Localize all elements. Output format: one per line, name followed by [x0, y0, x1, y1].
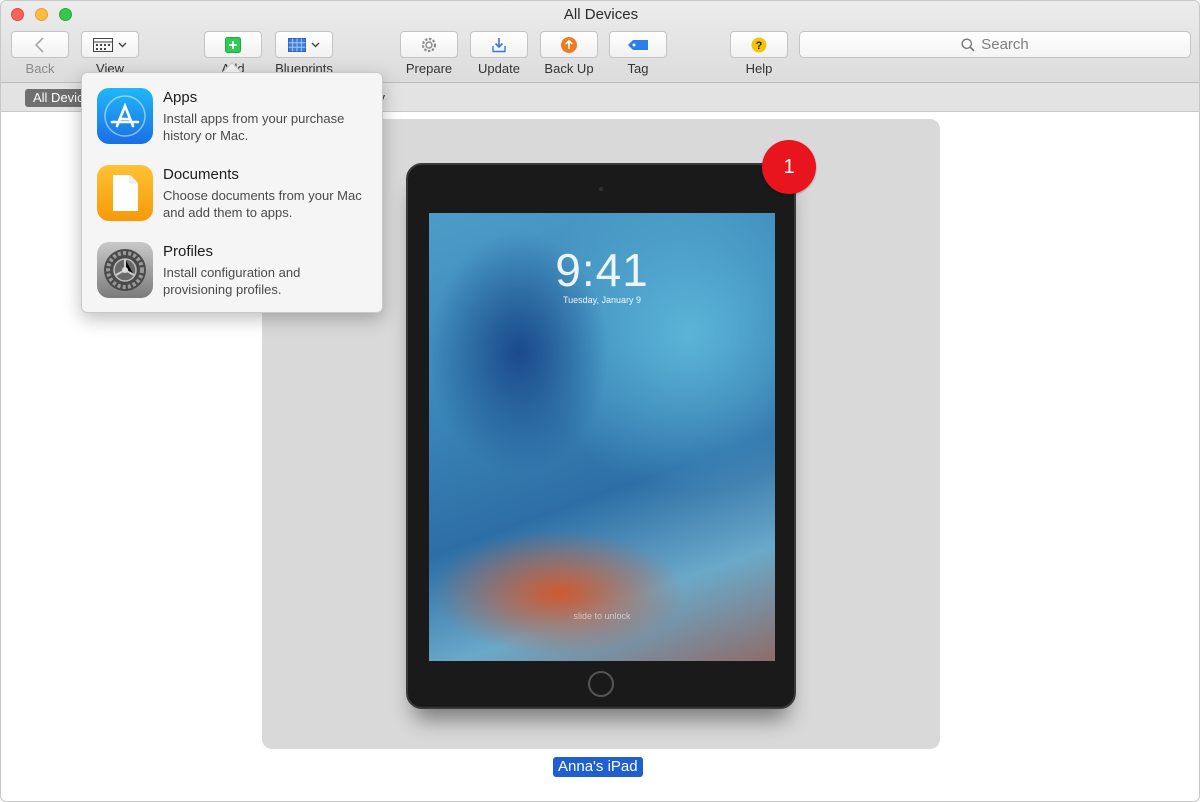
lock-screen-time: 9:41: [555, 244, 649, 296]
notification-badge: 1: [762, 140, 816, 194]
document-icon: [97, 165, 153, 221]
chevron-left-icon: [34, 36, 44, 53]
chevron-down-icon: [118, 42, 127, 47]
tag-button[interactable]: [609, 31, 667, 58]
menu-item-documents-description: Choose documents from your Mac and add t…: [163, 188, 362, 220]
menu-item-profiles-title: Profiles: [163, 243, 214, 260]
svg-text:?: ?: [756, 40, 763, 52]
backup-button[interactable]: [540, 31, 598, 58]
menu-item-apps[interactable]: Apps Install apps from your purchase his…: [97, 88, 377, 148]
back-label: Back: [25, 61, 55, 76]
ipad-lock-screen: 9:41 Tuesday, January 9 slide to unlock: [429, 213, 775, 661]
menu-item-apps-description: Install apps from your purchase history …: [163, 111, 345, 143]
add-button[interactable]: [204, 31, 262, 58]
help-question-icon: ?: [751, 37, 767, 52]
search-field[interactable]: Search: [799, 31, 1191, 58]
search-icon: [961, 38, 975, 52]
blueprints-button[interactable]: [275, 31, 333, 58]
add-menu-popover: Apps Install apps from your purchase his…: [81, 72, 383, 313]
tag-label: Tag: [627, 61, 649, 76]
ipad-home-button: [588, 671, 614, 697]
app-store-icon: [97, 88, 153, 144]
chevron-down-icon: [311, 42, 320, 47]
search-placeholder: Search: [981, 36, 1029, 53]
download-update-icon: [492, 37, 506, 52]
device-name-label[interactable]: Anna's iPad: [553, 757, 643, 777]
app-window: All Devices Back View Add: [0, 0, 1200, 802]
lock-screen-date: Tuesday, January 9: [562, 295, 642, 305]
menu-item-profiles-description: Install configuration and provisioning p…: [163, 265, 301, 297]
add-plus-icon: [225, 36, 241, 53]
menu-item-profiles[interactable]: Profiles Install configuration and provi…: [97, 242, 377, 302]
update-button[interactable]: [470, 31, 528, 58]
menu-item-documents[interactable]: Documents Choose documents from your Mac…: [97, 165, 377, 225]
blueprint-grid-icon: [288, 37, 306, 52]
tag-icon: [628, 39, 648, 50]
prepare-label: Prepare: [405, 61, 453, 76]
menu-item-documents-title: Documents: [163, 166, 239, 183]
update-label: Update: [478, 61, 520, 76]
help-button[interactable]: ?: [730, 31, 788, 58]
back-button[interactable]: [11, 31, 69, 58]
backup-label: Back Up: [544, 61, 594, 76]
window-title: All Devices: [563, 6, 639, 23]
toolbar: All Devices Back View Add: [1, 1, 1199, 83]
grid-view-icon: [93, 37, 113, 52]
ipad-camera: [599, 187, 603, 191]
backup-arrow-icon: [561, 36, 577, 53]
lock-screen-hint: slide to unlock: [573, 611, 631, 621]
gear-icon: [421, 37, 437, 52]
settings-gear-icon: [97, 242, 153, 298]
menu-item-apps-title: Apps: [163, 89, 198, 106]
prepare-button[interactable]: [400, 31, 458, 58]
help-label: Help: [745, 61, 773, 76]
view-button[interactable]: [81, 31, 139, 58]
